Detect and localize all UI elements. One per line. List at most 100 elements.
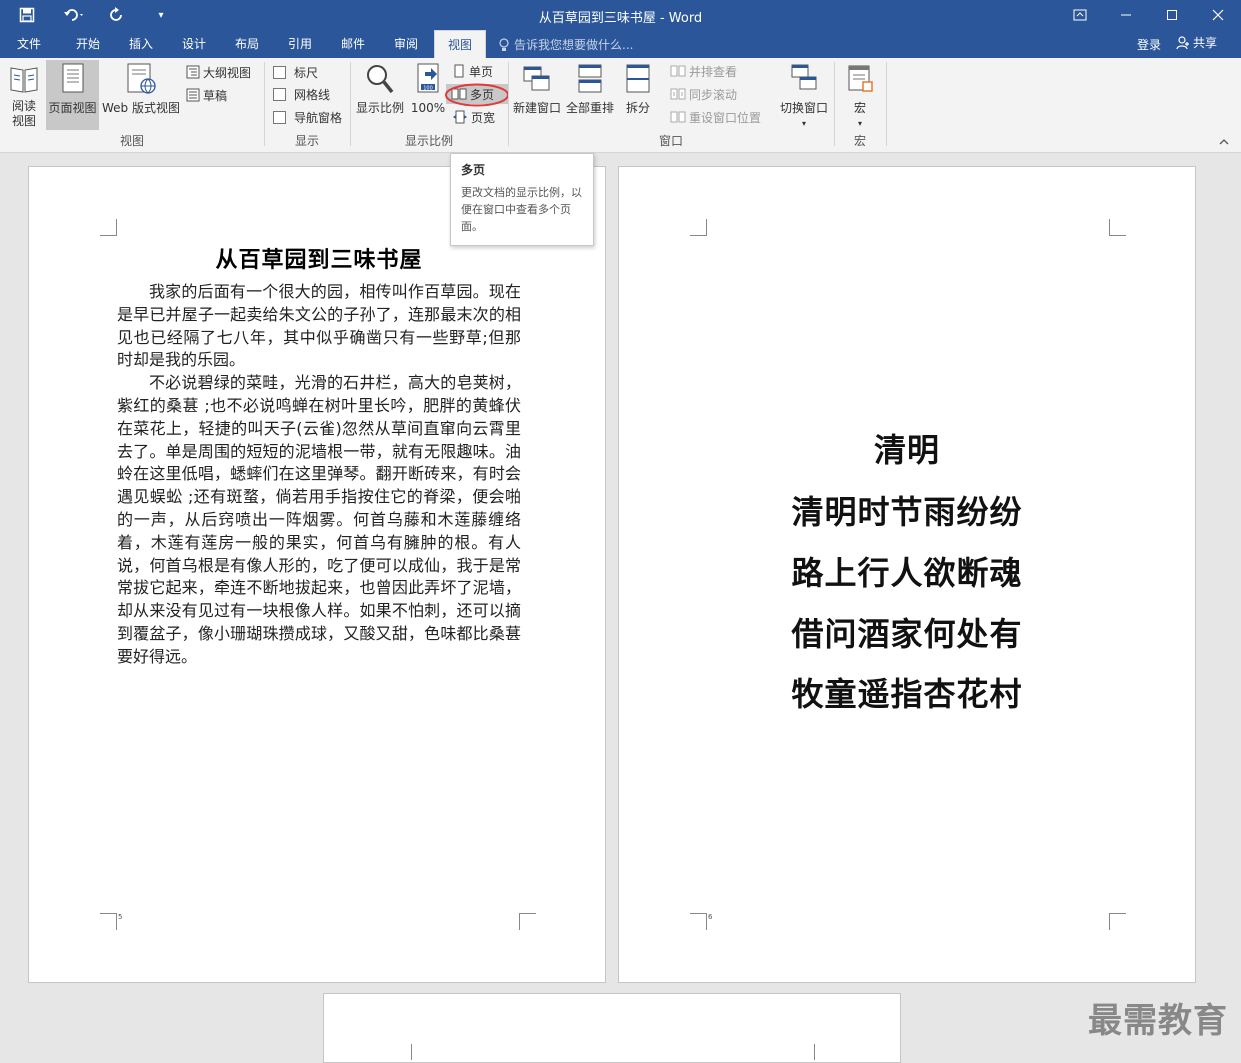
new-window-icon	[523, 66, 550, 91]
paragraph: 不必说碧绿的菜畦，光滑的石井栏，高大的皂荚树，紫红的桑葚 ;也不必说鸣蝉在树叶里…	[117, 373, 521, 666]
group-separator	[886, 62, 887, 146]
switch-windows-icon	[791, 64, 817, 90]
tab-file[interactable]: 文件	[0, 30, 58, 58]
arrange-all-button[interactable]: 全部重排	[565, 62, 615, 116]
login-link[interactable]: 登录	[1137, 36, 1161, 53]
ruler-checkbox-box[interactable]	[273, 65, 286, 79]
tab-layout[interactable]: 布局	[221, 30, 273, 58]
tab-review[interactable]: 审阅	[380, 30, 432, 58]
save-icon[interactable]	[16, 4, 38, 26]
lightbulb-icon	[499, 37, 509, 51]
undo-icon[interactable]	[58, 4, 92, 26]
window-group-label: 窗口	[658, 134, 683, 148]
window-title: 从百草园到三味书屋 - Word	[538, 11, 703, 26]
poem-line: 清明时节雨纷纷	[791, 493, 1023, 531]
minimize-icon[interactable]	[1103, 0, 1149, 30]
zoom-100-icon: 100	[417, 63, 439, 93]
one-page-label: 单页	[469, 64, 494, 79]
page-width-button[interactable]: 页宽	[452, 107, 495, 127]
poem-line: 借问酒家何处有	[791, 615, 1023, 653]
macros-label: 宏	[853, 101, 866, 115]
svg-text:100: 100	[423, 86, 433, 92]
arrange-all-label: 全部重排	[565, 101, 614, 115]
gridlines-label: 网格线	[294, 87, 331, 102]
side-by-side-icon	[670, 65, 686, 77]
tell-me-search[interactable]: 告诉我您想要做什么...	[498, 36, 633, 53]
web-layout-label: Web 版式视图	[102, 101, 180, 115]
page-number: 6	[708, 913, 713, 921]
close-icon[interactable]	[1195, 0, 1241, 30]
nav-pane-label: 导航窗格	[294, 110, 343, 125]
crop-mark	[1109, 219, 1126, 236]
gridlines-checkbox-box[interactable]	[273, 87, 286, 101]
read-mode-button[interactable]: 阅读视图	[4, 62, 44, 129]
poem-line: 路上行人欲断魂	[791, 554, 1023, 592]
highlight-ellipse	[445, 83, 509, 107]
reset-position-icon	[670, 111, 686, 123]
page-width-label: 页宽	[471, 110, 496, 125]
tab-references[interactable]: 引用	[274, 30, 326, 58]
watermark-logo: 最需教育	[1088, 1001, 1228, 1041]
web-layout-button[interactable]: Web 版式视图	[100, 62, 182, 116]
print-layout-button[interactable]: 页面视图	[46, 60, 99, 130]
document-title: 从百草园到三味书屋	[215, 248, 423, 273]
side-by-side-button[interactable]: 并排查看	[670, 61, 737, 81]
tab-view[interactable]: 视图	[434, 30, 486, 58]
outline-view-button[interactable]: 大纲视图	[186, 62, 251, 82]
customize-toolbar-icon[interactable]: ▾	[150, 4, 172, 26]
zoom-100-label: 100%	[410, 101, 446, 115]
page-width-icon	[453, 110, 467, 124]
one-page-icon	[454, 64, 464, 78]
draft-view-button[interactable]: 草稿	[186, 85, 227, 105]
read-mode-label: 阅读视图	[11, 99, 36, 128]
new-window-button[interactable]: 新建窗口	[511, 62, 563, 116]
share-button[interactable]: 共享	[1176, 34, 1217, 51]
person-icon	[1176, 35, 1189, 49]
reset-window-position-button[interactable]: 重设窗口位置	[670, 107, 761, 127]
one-page-button[interactable]: 单页	[452, 61, 493, 81]
nav-pane-checkbox[interactable]: 导航窗格	[273, 107, 342, 127]
crop-mark	[100, 219, 117, 236]
switch-windows-button[interactable]: 切换窗口 ▾	[776, 62, 832, 131]
tab-insert[interactable]: 插入	[115, 30, 167, 58]
crop-mark	[1109, 913, 1126, 930]
tab-design[interactable]: 设计	[168, 30, 220, 58]
maximize-icon[interactable]	[1149, 0, 1195, 30]
document-page-6[interactable]: 6 清明 清明时节雨纷纷 路上行人欲断魂 借问酒家何处有 牧童遥指杏花村	[618, 166, 1196, 983]
redo-icon[interactable]	[106, 4, 128, 26]
split-label: 拆分	[625, 101, 650, 115]
tell-me-placeholder: 告诉我您想要做什么...	[514, 38, 634, 52]
nav-pane-checkbox-box[interactable]	[273, 110, 286, 124]
magnifier-icon	[367, 65, 394, 94]
switch-windows-dropdown-icon[interactable]: ▾	[776, 116, 832, 131]
tooltip-description: 更改文档的显示比例，以便在窗口中查看多个页面。	[461, 186, 582, 233]
gridlines-checkbox[interactable]: 网格线	[273, 84, 330, 104]
ribbon-display-options-icon[interactable]	[1057, 0, 1103, 30]
zoom-100-button[interactable]: 100 100%	[408, 62, 448, 116]
show-group-label: 显示	[294, 134, 319, 148]
read-mode-icon	[10, 67, 38, 93]
document-page-5[interactable]: 5 从百草园到三味书屋 我家的后面有一个很大的园，相传叫作百草园。现在是早已并屋…	[28, 166, 606, 983]
crop-mark	[690, 219, 707, 236]
document-body: 我家的后面有一个很大的园，相传叫作百草园。现在是早已并屋子一起卖给朱文公的子孙了…	[117, 281, 521, 669]
print-layout-label: 页面视图	[48, 101, 97, 115]
split-button[interactable]: 拆分	[620, 62, 656, 116]
poem-line: 牧童遥指杏花村	[791, 675, 1023, 713]
crop-mark	[690, 913, 707, 930]
web-layout-icon	[127, 63, 156, 94]
zoom-group-label: 显示比例	[404, 134, 453, 148]
zoom-button[interactable]: 显示比例	[354, 62, 406, 116]
outline-icon	[186, 65, 200, 79]
page-number: 5	[118, 913, 123, 921]
macros-button[interactable]: 宏 ▾	[840, 62, 880, 131]
tab-mailings[interactable]: 邮件	[327, 30, 379, 58]
ruler-checkbox[interactable]: 标尺	[273, 62, 318, 82]
tooltip-title: 多页	[461, 163, 486, 177]
collapse-ribbon-icon[interactable]	[1219, 136, 1229, 149]
ribbon: 阅读视图 页面视图 Web 版式视图 大纲视图 草稿 视图 标尺 网格线 导航窗…	[0, 58, 1241, 153]
tab-home[interactable]: 开始	[60, 30, 116, 58]
sync-scroll-button[interactable]: 同步滚动	[670, 84, 737, 104]
macros-dropdown-icon[interactable]: ▾	[840, 116, 880, 131]
sync-scroll-label: 同步滚动	[689, 87, 738, 102]
macros-icon	[848, 65, 873, 92]
